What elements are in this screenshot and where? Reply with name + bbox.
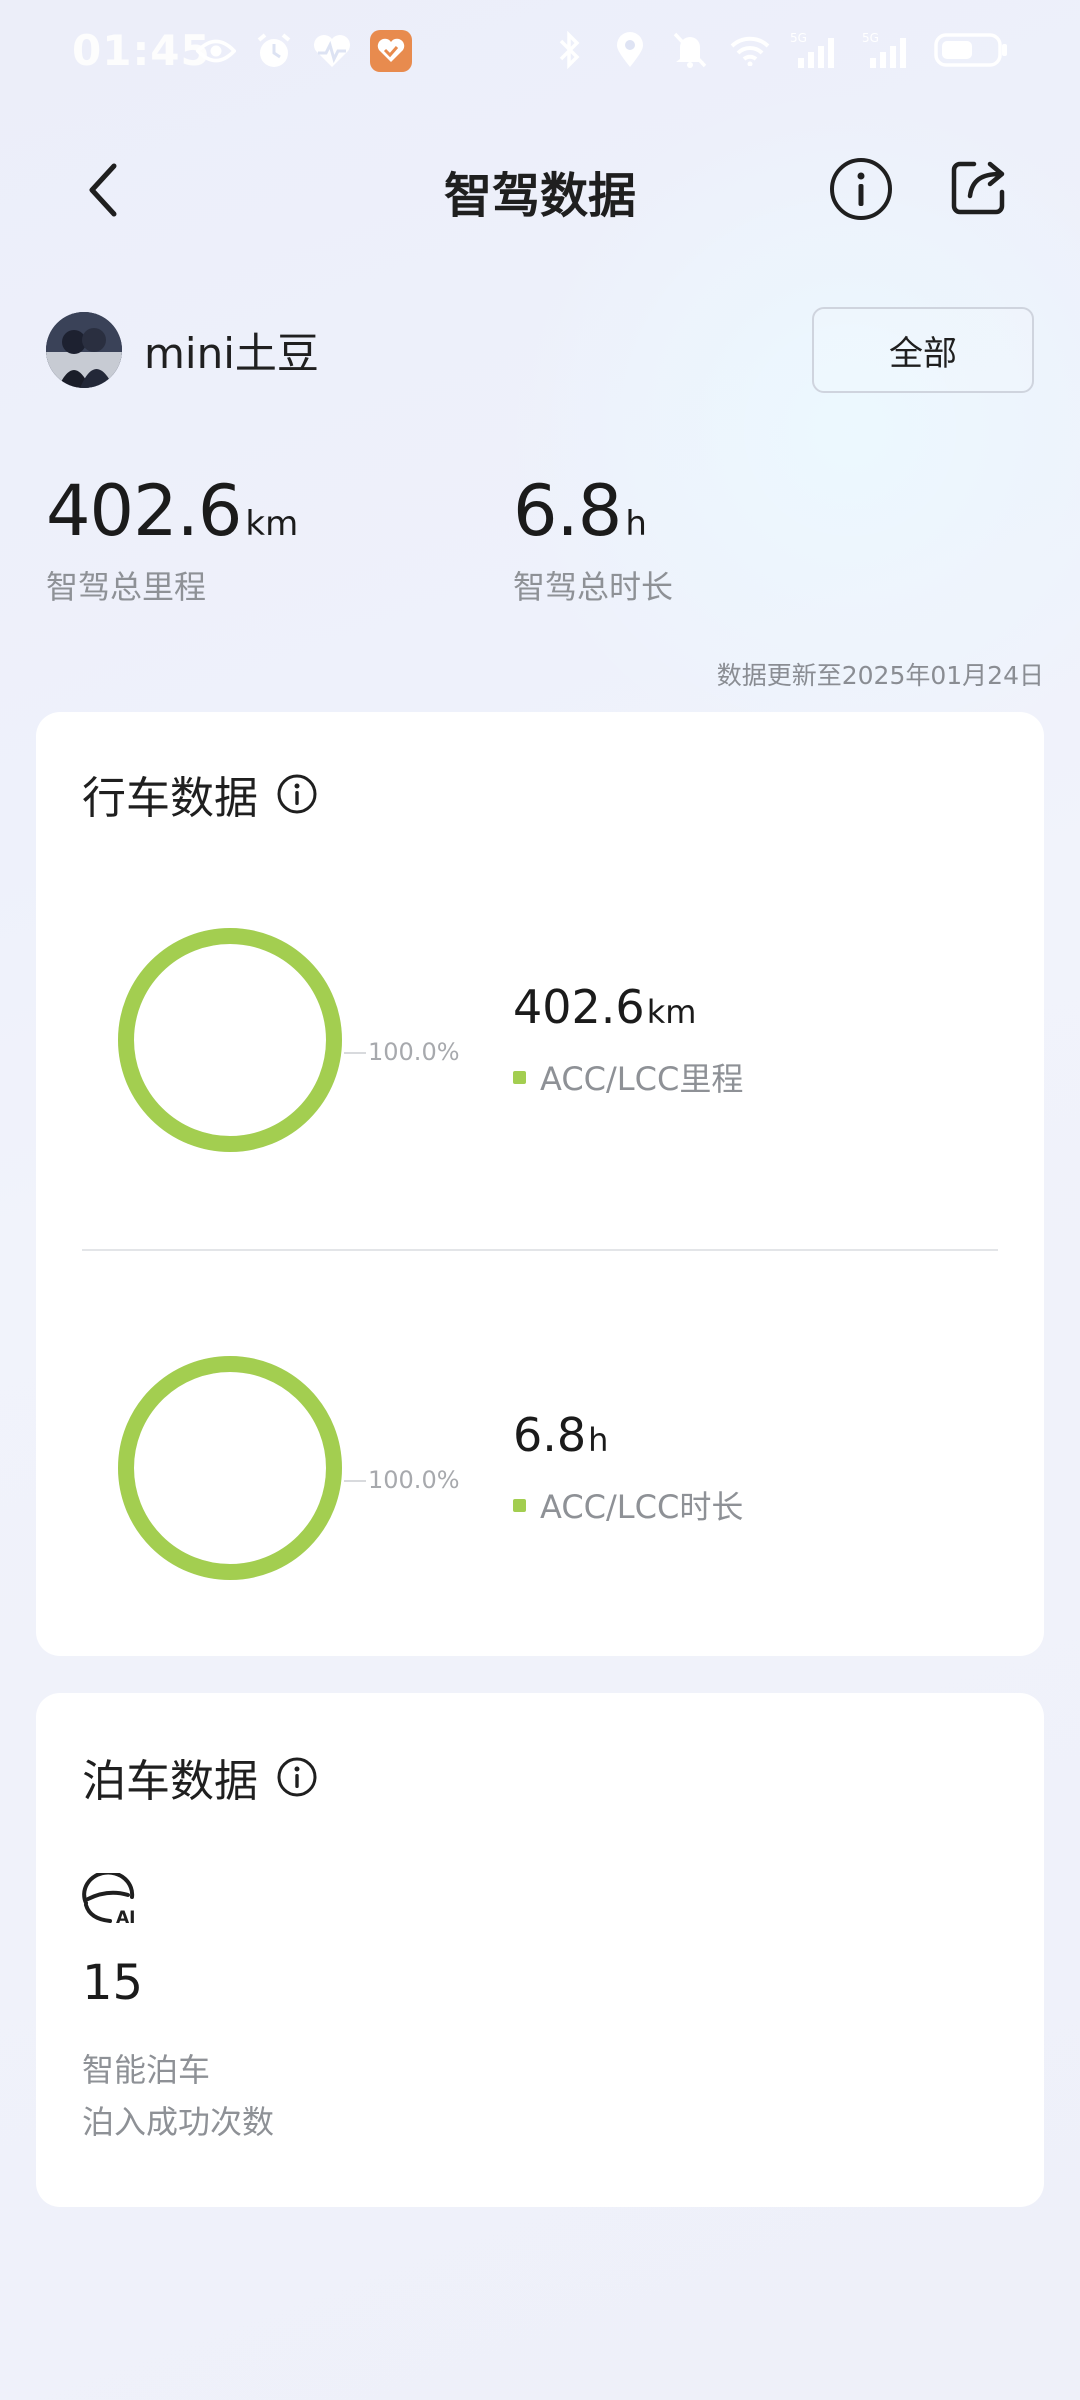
- mileage-value: 402.6km: [513, 980, 697, 1034]
- total-duration-label: 智驾总时长: [513, 568, 674, 606]
- driving-data-title: 行车数据: [82, 773, 258, 824]
- info-button[interactable]: [828, 156, 894, 222]
- info-icon: [830, 158, 892, 220]
- battery-icon: [934, 30, 1010, 70]
- mileage-ring: [112, 922, 348, 1158]
- legend-swatch: [513, 1070, 526, 1084]
- page: 01:45 5G 5G 智驾数据 mini土豆 全部 402.6 km 智驾总里…: [0, 0, 1080, 2400]
- status-bar: 01:45 5G 5G: [0, 0, 1080, 110]
- alarm-icon: [254, 31, 294, 71]
- nav-bar: 智驾数据: [0, 130, 1080, 250]
- app-badge-icon: [370, 30, 412, 72]
- duration-value: 6.8h: [513, 1408, 609, 1462]
- wifi-icon: [730, 30, 770, 70]
- username: mini土豆: [144, 329, 319, 378]
- status-time: 01:45: [72, 26, 211, 75]
- total-duration: 6.8 h 智驾总时长: [513, 470, 673, 608]
- page-title: 智驾数据: [443, 168, 636, 224]
- signal-5g-icon: 5G: [862, 30, 914, 70]
- svg-text:5G: 5G: [790, 31, 807, 45]
- avatar[interactable]: [46, 312, 122, 388]
- total-duration-unit: h: [625, 504, 647, 544]
- total-mileage-unit: km: [245, 504, 299, 544]
- duration-legend: ACC/LCC时长: [513, 1482, 743, 1528]
- driving-data-card: 行车数据 100.0% 402.6km ACC/LCC里程 100.0% 6.8…: [36, 712, 1044, 1656]
- health-icon: [312, 31, 352, 71]
- duration-percent-label: 100.0%: [368, 1466, 460, 1494]
- divider: [82, 1249, 998, 1251]
- driving-info-icon[interactable]: [276, 773, 318, 815]
- parking-data-card: 泊车数据 AI 15 智能泊车 泊入成功次数: [36, 1693, 1044, 2207]
- duration-ring: [112, 1350, 348, 1586]
- parking-count: 15: [82, 1955, 144, 2011]
- mileage-legend: ACC/LCC里程: [513, 1054, 743, 1100]
- filter-all-button[interactable]: 全部: [812, 307, 1034, 393]
- ai-parking-icon: AI: [80, 1870, 140, 1928]
- update-date: 数据更新至2025年01月24日: [716, 661, 1044, 690]
- parking-sublabel: 泊入成功次数: [82, 2103, 275, 2141]
- parking-info-icon[interactable]: [276, 1756, 318, 1798]
- legend-swatch: [513, 1498, 526, 1512]
- svg-text:5G: 5G: [862, 31, 879, 45]
- share-button[interactable]: [946, 154, 1012, 220]
- eye-icon: [196, 31, 236, 71]
- duration-ring-arc: [118, 1356, 342, 1580]
- mileage-ring-arc: [118, 928, 342, 1152]
- parking-label: 智能泊车: [82, 2051, 211, 2089]
- mute-icon: [670, 30, 710, 70]
- signal-5g-icon: 5G: [790, 30, 842, 70]
- total-mileage-value: 402.6: [46, 470, 242, 552]
- total-duration-value: 6.8: [513, 470, 622, 552]
- svg-text:AI: AI: [116, 1908, 135, 1925]
- bluetooth-icon: [550, 30, 590, 70]
- total-mileage: 402.6 km 智驾总里程: [46, 470, 298, 608]
- parking-data-title: 泊车数据: [82, 1756, 258, 1807]
- mileage-percent-label: 100.0%: [368, 1038, 460, 1066]
- total-mileage-label: 智驾总里程: [46, 568, 207, 606]
- share-icon: [951, 161, 1005, 215]
- location-icon: [610, 30, 650, 70]
